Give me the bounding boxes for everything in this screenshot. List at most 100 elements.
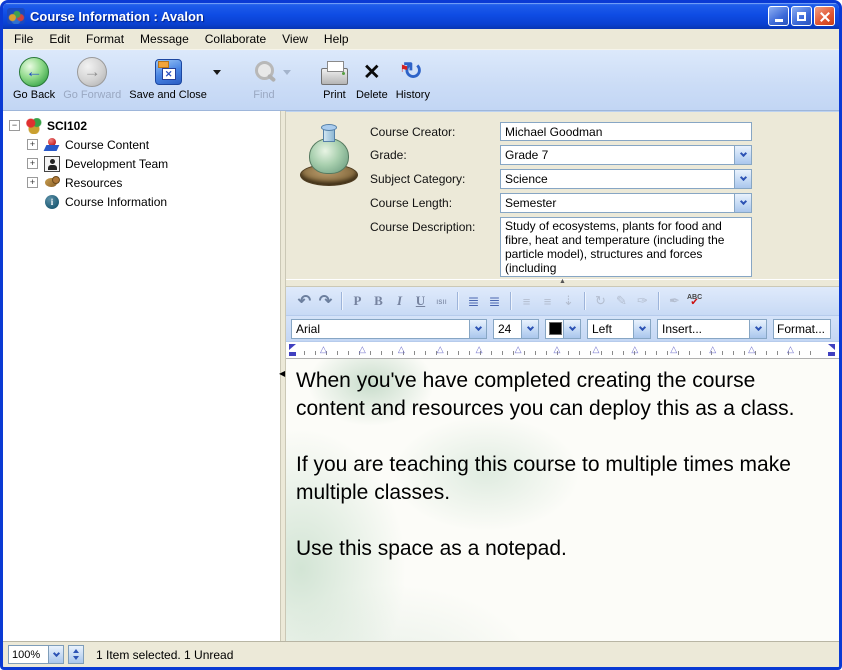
delete-button[interactable]: ✕ Delete [352,54,392,102]
save-and-close-label: Save and Close [129,89,207,101]
small-caps-icon[interactable]: ısıı [431,291,452,311]
format-select[interactable]: Format... [773,319,831,339]
font-family-select[interactable]: Arial [291,319,487,339]
color-swatch [549,322,562,335]
tree-label-sci102: SCI102 [47,119,87,133]
menu-view[interactable]: View [274,30,316,48]
tree-row-resources[interactable]: + Resources [3,173,280,192]
find-dropdown-caret [283,70,291,75]
chevron-down-icon[interactable] [734,146,751,164]
outdent-icon[interactable]: ≣ [463,291,484,311]
spell-check-icon[interactable]: ABC ✔ [687,294,702,308]
notepad-editor[interactable]: When you've have completed creating the … [286,359,839,641]
course-icon [26,118,42,134]
horizontal-splitter[interactable]: ▲ [286,279,839,287]
chevron-down-icon[interactable] [633,320,650,338]
alignment-select[interactable]: Left [587,319,651,339]
history-label: History [396,89,430,101]
chevron-down-icon[interactable] [563,320,580,338]
creator-input[interactable] [500,122,752,141]
print-label: Print [323,89,346,101]
expand-expander[interactable]: + [27,158,38,169]
title-bar: Course Information : Avalon [3,3,839,29]
italic-icon[interactable]: I [389,291,410,311]
notepad-paragraph: When you've have completed creating the … [296,367,796,423]
align-icon: ≡ [537,291,558,311]
close-button[interactable] [814,6,835,26]
grade-select[interactable]: Grade 7 [500,145,752,165]
subject-category-label: Subject Category: [370,172,498,186]
splitter-collapse-up-icon[interactable]: ▲ [559,278,566,285]
find-label: Find [253,89,274,101]
menu-help[interactable]: Help [316,30,357,48]
minimize-button[interactable] [768,6,789,26]
indent-icon[interactable]: ≣ [484,291,505,311]
menu-message[interactable]: Message [132,30,197,48]
chevron-down-icon[interactable] [48,646,63,663]
tree-row-course-information[interactable]: i Course Information [3,192,280,211]
save-x-glyph: ✕ [162,68,176,80]
save-and-close-button[interactable]: ✕ Save and Close [125,54,211,102]
bold-icon[interactable]: B [368,291,389,311]
font-color-select[interactable] [545,319,581,339]
brush-icon: ✑ [632,291,653,311]
course-length-label: Course Length: [370,196,498,210]
app-window: Course Information : Avalon File Edit Fo… [0,0,842,670]
maximize-button[interactable] [791,6,812,26]
tree-label-course-content: Course Content [65,138,149,152]
find-icon [251,59,277,85]
chevron-down-icon[interactable] [749,320,766,338]
editor-toolbar: ↶ ↷ P B I U ısıı ≣ ≣ ≡ ≡ ⇣ ↻ ✎ ✑ ✒ [286,287,839,316]
menu-edit[interactable]: Edit [41,30,78,48]
list-icon: ≡ [516,291,537,311]
underline-icon[interactable]: U [410,291,431,311]
menu-file[interactable]: File [6,30,41,48]
main-area: − SCI102 + Course Content + Development … [3,111,839,641]
splitter-collapse-icon[interactable]: ◀ [279,369,285,378]
subject-category-select[interactable]: Science [500,169,752,189]
right-indent-marker[interactable] [826,344,835,356]
course-tree: − SCI102 + Course Content + Development … [3,111,280,641]
left-indent-marker[interactable] [289,344,298,356]
course-content-icon [44,137,60,153]
chevron-down-icon[interactable] [469,320,486,338]
save-dropdown-caret[interactable] [213,70,221,75]
print-button[interactable]: Print [317,54,352,102]
tree-row-course-content[interactable]: + Course Content [3,135,280,154]
go-back-button[interactable]: ← Go Back [9,54,59,102]
zoom-spinner[interactable] [68,645,84,664]
chevron-down-icon[interactable] [734,170,751,188]
zoom-select[interactable]: 100% [8,645,64,664]
expand-expander[interactable]: + [27,177,38,188]
chevron-down-icon[interactable] [521,320,538,338]
tree-row-development-team[interactable]: + Development Team [3,154,280,173]
chevron-down-icon[interactable] [734,194,751,212]
spinner-up-icon[interactable] [73,649,79,653]
menu-format[interactable]: Format [78,30,132,48]
tree-label-course-information: Course Information [65,195,167,209]
go-back-icon: ← [19,57,49,87]
insert-select[interactable]: Insert... [657,319,767,339]
rotate-icon: ↻ [590,291,611,311]
undo-icon[interactable]: ↶ [294,291,315,311]
spinner-down-icon[interactable] [73,656,79,660]
history-icon: ↻⚑ [399,58,427,86]
font-size-select[interactable]: 24 [493,319,539,339]
status-bar: 100% 1 Item selected. 1 Unread [3,641,839,667]
go-back-label: Go Back [13,89,55,101]
expand-expander[interactable]: + [27,139,38,150]
paragraph-icon[interactable]: P [347,291,368,311]
course-length-select[interactable]: Semester [500,193,752,213]
course-form: Course Creator: Grade: Grade 7 Subject C… [286,111,839,279]
collapse-expander[interactable]: − [9,120,20,131]
tree-row-sci102[interactable]: − SCI102 [3,116,280,135]
history-flag-icon: ⚑ [400,64,409,75]
editor-font-toolbar: Arial 24 Left Insert... [286,316,839,342]
development-team-icon [44,156,60,172]
history-button[interactable]: ↻⚑ History [392,54,434,102]
description-textarea[interactable]: Study of ecosystems, plants for food and… [500,217,752,277]
menu-collaborate[interactable]: Collaborate [197,30,274,48]
redo-icon[interactable]: ↷ [315,291,336,311]
menu-bar: File Edit Format Message Collaborate Vie… [3,29,839,50]
ruler-tab-stops: △△△△△△△△△△△△△ [320,344,827,355]
